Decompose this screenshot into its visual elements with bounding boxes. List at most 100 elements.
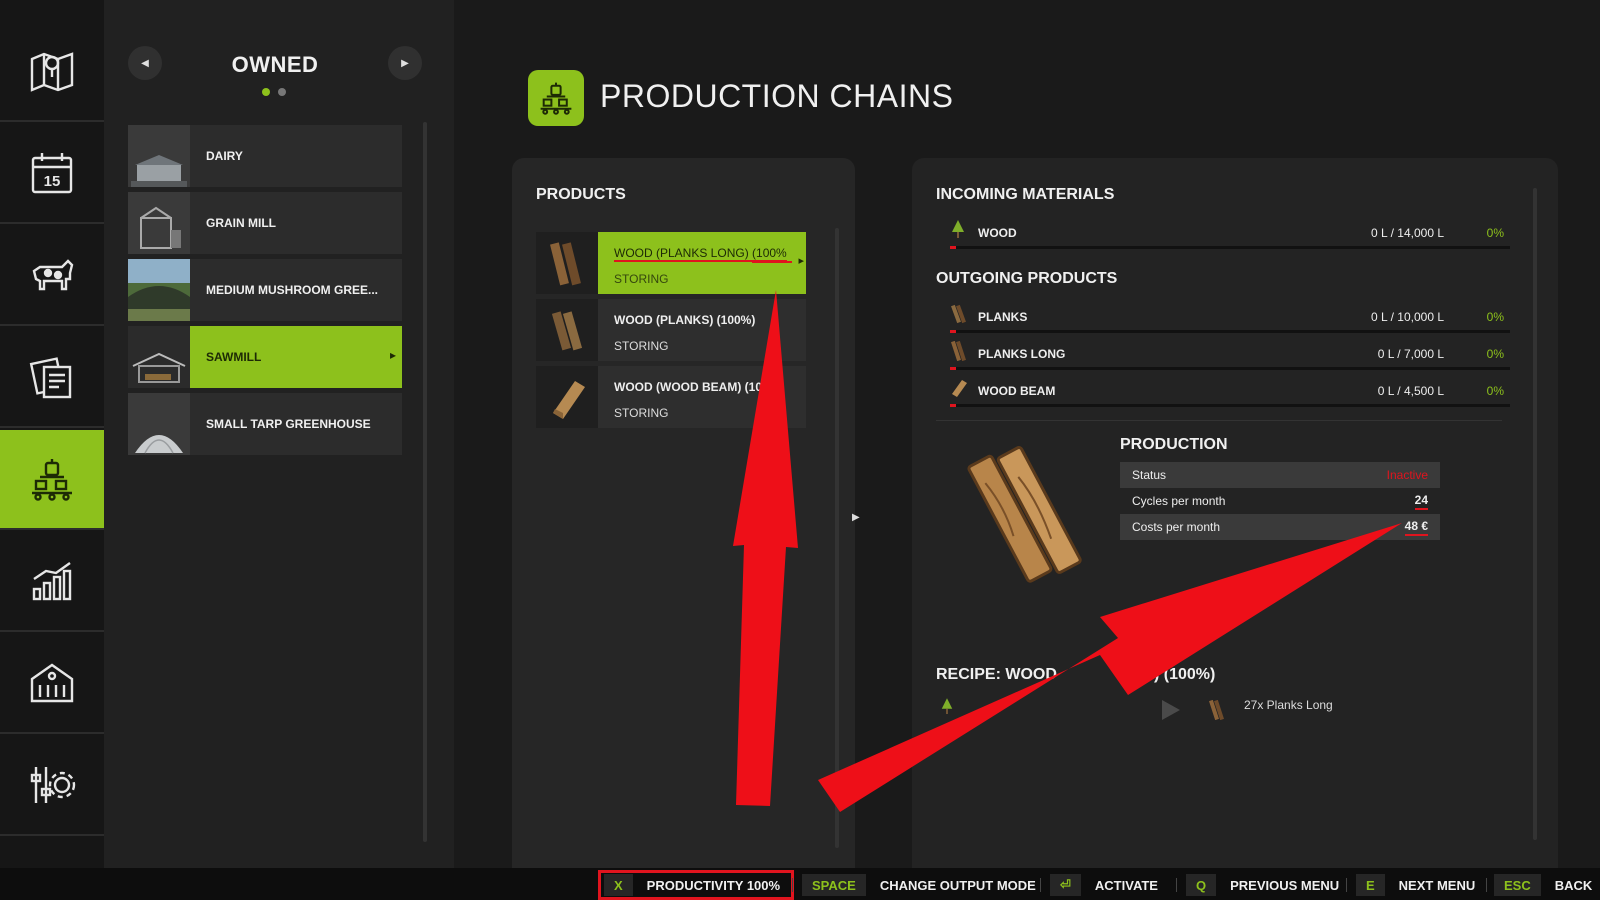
planks-long-large-icon [967, 446, 1082, 583]
hint-separator [1176, 878, 1177, 892]
mushroom-greenhouse-thumbnail [128, 259, 190, 321]
outgoing-row-wood-beam: WOOD BEAM 0 L / 4,500 L 0% [936, 378, 1510, 412]
owned-next-button[interactable]: ▶ [388, 46, 422, 80]
production-value: Inactive [1386, 468, 1428, 482]
nav-settings[interactable] [0, 736, 104, 836]
product-name: WOOD (PLANKS LONG) (100% [614, 246, 787, 262]
product-state: STORING [614, 339, 669, 353]
production-label: Status [1132, 468, 1167, 482]
nav-calendar[interactable]: 15 [0, 124, 104, 224]
wood-beam-icon [952, 380, 967, 397]
production-label: Cycles per month [1132, 494, 1226, 508]
product-item-planks-long[interactable]: WOOD (PLANKS LONG) (100% STORING [536, 232, 806, 294]
production-row-costs: Costs per month 48 € [1120, 514, 1440, 540]
production-table: Status Inactive Cycles per month 24 Cost… [1120, 462, 1440, 540]
material-name: PLANKS LONG [978, 347, 1066, 361]
hint-separator [1486, 878, 1487, 892]
hint-label: PREVIOUS MENU [1230, 877, 1340, 893]
panel-expand-arrow-icon[interactable]: ▶ [852, 512, 860, 523]
hint-label: CHANGE OUTPUT MODE [879, 877, 1036, 893]
tarp-greenhouse-thumbnail [128, 393, 190, 455]
owned-item-sawmill[interactable]: SAWMILL [128, 326, 402, 388]
products-panel: PRODUCTS WOOD (PLANKS LONG) (100% STORIN… [512, 158, 855, 868]
calendar-day: 15 [44, 173, 61, 190]
material-name: PLANKS [978, 310, 1028, 324]
material-percent: 0% [1486, 226, 1504, 240]
bottom-hint-bar: X PRODUCTIVITY 100% SPACE CHANGE OUTPUT … [0, 868, 1600, 900]
owned-item-label: SAWMILL [206, 350, 262, 364]
owned-item-grain-mill[interactable]: GRAIN MILL [128, 192, 402, 254]
outgoing-heading: OUTGOING PRODUCTS [936, 270, 1118, 287]
owned-title: OWNED [231, 52, 319, 77]
product-name: WOOD (WOOD BEAM) (100%) [614, 380, 784, 394]
hint-label: ACTIVATE [1094, 877, 1158, 893]
planks-icon [951, 304, 966, 324]
product-name: WOOD (PLANKS) (100%) [614, 313, 756, 327]
hint-previous-menu[interactable]: Q PREVIOUS MENU [1186, 874, 1339, 896]
hint-activate[interactable]: ⏎ ACTIVATE [1050, 874, 1158, 896]
arrow-right-icon: ▶ [401, 57, 409, 69]
nav-statistics[interactable] [0, 532, 104, 632]
nav-production[interactable] [0, 430, 112, 530]
product-item-planks[interactable]: WOOD (PLANKS) (100%) STORING [536, 299, 806, 361]
owned-item-mushroom-greenhouse[interactable]: MEDIUM MUSHROOM GREE... [128, 259, 402, 321]
info-scrollbar[interactable] [1533, 188, 1537, 840]
nav-map[interactable] [0, 22, 104, 122]
hint-key: ⏎ [1050, 874, 1081, 896]
production-label: Costs per month [1132, 520, 1221, 534]
page-indicator [262, 88, 286, 96]
hint-key: E [1356, 874, 1385, 896]
product-item-wood-beam[interactable]: WOOD (WOOD BEAM) (100%) STORING [536, 366, 806, 428]
owned-item-label: GRAIN MILL [206, 216, 276, 230]
sawmill-thumbnail [128, 326, 190, 388]
material-percent: 0% [1486, 347, 1504, 361]
left-nav-rail: 15 [0, 0, 112, 868]
hint-change-output[interactable]: SPACE CHANGE OUTPUT MODE [802, 874, 1036, 896]
products-heading: PRODUCTS [536, 186, 626, 203]
product-list: WOOD (PLANKS LONG) (100% STORING WOOD (P… [536, 232, 806, 433]
page-dot-2[interactable] [278, 88, 286, 96]
nav-contracts[interactable] [0, 328, 104, 428]
incoming-heading: INCOMING MATERIALS [936, 186, 1115, 203]
nav-animals[interactable] [0, 226, 104, 326]
dairy-thumbnail [128, 125, 190, 187]
wood-beam-icon [536, 366, 598, 428]
products-scrollbar[interactable] [835, 228, 839, 848]
production-row-cycles: Cycles per month 24 [1120, 488, 1440, 514]
page-dot-1[interactable] [262, 88, 270, 96]
nav-farm[interactable] [0, 634, 104, 734]
hint-label: PRODUCTIVITY 100% [646, 877, 781, 893]
recipe-heading-tail: NG) (100%) [1130, 666, 1216, 683]
owned-list: DAIRY GRAIN MILL MEDIUM MUSHROOM GREE...… [128, 125, 402, 460]
material-name: WOOD [978, 226, 1017, 240]
material-fill-bar [950, 330, 1510, 333]
owned-item-label: SMALL TARP GREENHOUSE [206, 417, 371, 431]
production-chains-badge [528, 70, 584, 126]
hint-productivity[interactable]: X PRODUCTIVITY 100% [604, 874, 780, 896]
hint-separator [792, 878, 793, 892]
production-heading: PRODUCTION [1120, 436, 1228, 453]
recipe-heading: RECIPE: WOOD [936, 666, 1057, 683]
production-value: 24 [1414, 493, 1428, 510]
hint-key: Q [1186, 874, 1217, 896]
material-fill-bar [950, 246, 1510, 249]
material-fill-bar [950, 367, 1510, 370]
production-icon [540, 82, 572, 115]
owned-scrollbar[interactable] [423, 122, 427, 842]
hint-back[interactable]: ESC BACK [1494, 874, 1592, 896]
planks-long-icon [1209, 700, 1224, 720]
outgoing-row-planks-long: PLANKS LONG 0 L / 7,000 L 0% [936, 341, 1510, 375]
hint-next-menu[interactable]: E NEXT MENU [1356, 874, 1475, 896]
owned-item-dairy[interactable]: DAIRY [128, 125, 402, 187]
planks-long-icon [536, 232, 598, 294]
calendar-icon: 15 [31, 153, 73, 194]
incoming-row-wood: WOOD 0 L / 14,000 L 0% [936, 220, 1510, 254]
production-row-status: Status Inactive [1120, 462, 1440, 488]
material-percent: 0% [1486, 310, 1504, 324]
hint-label: NEXT MENU [1398, 877, 1476, 893]
cow-icon [32, 259, 74, 291]
material-percent: 0% [1486, 384, 1504, 398]
planks-icon [536, 299, 598, 361]
owned-item-tarp-greenhouse[interactable]: SMALL TARP GREENHOUSE [128, 393, 402, 455]
grain-mill-thumbnail [128, 192, 190, 254]
